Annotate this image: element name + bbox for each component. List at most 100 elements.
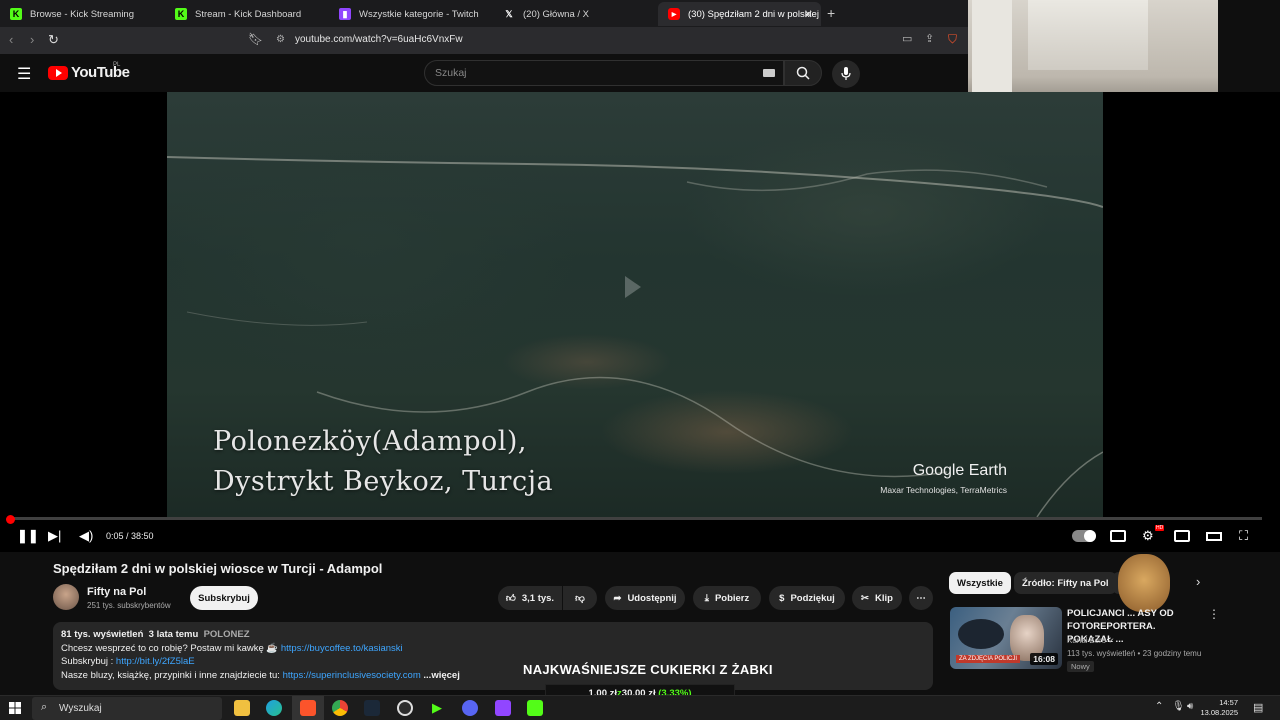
like-button[interactable]: 👍︎ 3,1 tys. xyxy=(498,586,562,610)
new-badge: Nowy xyxy=(1067,661,1094,672)
cast-icon[interactable]: ▭ xyxy=(902,32,912,45)
thumbnail-tag: ZA ZDJĘCIA POLICJI xyxy=(956,655,1021,663)
menu-icon[interactable]: ☰ xyxy=(17,64,31,84)
download-button[interactable]: ⤓ Pobierz xyxy=(693,586,761,610)
tab-kick-browse[interactable]: K Browse - Kick Streaming xyxy=(0,2,163,26)
chip-source-channel[interactable]: Źródło: Fifty na Pol xyxy=(1014,572,1117,594)
tab-label: (30) Spędziłam 2 dni w polskiej w xyxy=(688,8,821,20)
video-player[interactable]: Polonezköy(Adampol), Dystrykt Beykoz, Tu… xyxy=(0,92,1280,552)
steam-icon[interactable] xyxy=(364,700,380,716)
subtitles-icon[interactable] xyxy=(1110,530,1126,542)
search-placeholder: Szukaj xyxy=(435,67,467,79)
description-meta: 81 tys. wyświetleń 3 lata temu POLONEZ xyxy=(61,628,925,642)
chevron-right-icon[interactable]: › xyxy=(1196,574,1200,589)
new-tab-icon[interactable]: + xyxy=(827,5,835,21)
speaker-icon[interactable]: 🔊︎ xyxy=(1187,701,1193,712)
description-line-3: Nasze bluzy, książkę, przypinki i inne z… xyxy=(61,669,460,681)
search-icon: ⌕ xyxy=(41,701,48,713)
google-earth-watermark: Google Earth xyxy=(912,462,1007,479)
thanks-label: Podziękuj xyxy=(790,592,835,604)
theater-mode-icon[interactable] xyxy=(1206,532,1222,541)
discord-icon[interactable] xyxy=(462,700,478,716)
tab-label: Browse - Kick Streaming xyxy=(30,8,135,20)
obs-icon[interactable] xyxy=(397,700,413,716)
edge-icon[interactable] xyxy=(266,700,282,716)
progress-bar[interactable] xyxy=(10,517,1262,520)
settings-icon[interactable]: ⚙ xyxy=(1142,528,1154,544)
url-field[interactable]: youtube.com/watch?v=6uaHc6VnxFw xyxy=(295,34,463,45)
app-icon[interactable]: ▶ xyxy=(429,700,445,716)
shop-link[interactable]: https://superinclusivesociety.com xyxy=(283,670,421,681)
autoplay-toggle[interactable] xyxy=(1072,530,1096,542)
reload-icon[interactable]: ↻ xyxy=(48,32,59,48)
twitch-icon: ▮ xyxy=(339,8,351,20)
youtube-logo-text[interactable]: YouTube xyxy=(71,64,130,81)
tab-kick-dashboard[interactable]: K Stream - Kick Dashboard xyxy=(165,2,328,26)
notifications-icon[interactable]: ▤ xyxy=(1253,701,1263,714)
tab-youtube-active[interactable]: ▶ (30) Spędziłam 2 dni w polskiej w ✕ xyxy=(658,2,821,26)
search-button[interactable] xyxy=(784,60,822,86)
clip-label: Klip xyxy=(875,592,893,604)
fullscreen-icon[interactable]: ⛶ xyxy=(1239,528,1248,544)
close-tab-icon[interactable]: ✕ xyxy=(804,8,813,21)
video-caption: Polonezköy(Adampol), Dystrykt Beykoz, Tu… xyxy=(213,422,553,502)
video-title: Spędziłam 2 dni w polskiej wiosce w Turc… xyxy=(53,561,383,576)
search-input[interactable]: Szukaj xyxy=(424,60,784,86)
brave-icon[interactable] xyxy=(300,700,316,716)
view-count: 81 tys. wyświetleń xyxy=(61,629,144,640)
tab-x[interactable]: 𝕏 (20) Główna / X xyxy=(493,2,656,26)
share-icon[interactable]: ⇪ xyxy=(925,32,934,45)
caption-line-1: Polonezköy(Adampol), xyxy=(213,426,527,457)
play-overlay-icon[interactable] xyxy=(625,276,641,298)
tab-label: (20) Główna / X xyxy=(523,8,589,20)
description-box[interactable]: 81 tys. wyświetleń 3 lata temu POLONEZ C… xyxy=(53,622,933,690)
kick-app-icon[interactable] xyxy=(527,700,543,716)
brave-shield-icon[interactable]: ⛉ xyxy=(948,32,957,47)
miniplayer-icon[interactable] xyxy=(1174,530,1190,542)
subscribe-button[interactable]: Subskrybuj xyxy=(190,586,258,610)
tab-twitch[interactable]: ▮ Wszystkie kategorie - Twitch xyxy=(329,2,492,26)
chrome-icon[interactable] xyxy=(332,700,348,716)
youtube-logo-icon[interactable] xyxy=(48,66,68,80)
more-actions-button[interactable]: ⋯ xyxy=(909,586,933,610)
buycoffee-link[interactable]: https://buycoffee.to/kasianski xyxy=(281,643,403,654)
caption-line-2: Dystrykt Beykoz, Turcja xyxy=(213,466,554,497)
like-count: 3,1 tys. xyxy=(521,592,555,604)
show-more-link[interactable]: ...więcej xyxy=(423,670,459,681)
volume-icon[interactable]: ◀) xyxy=(79,528,93,544)
related-video-thumbnail[interactable]: ZA ZDJĘCIA POLICJI 16:08 xyxy=(950,607,1062,669)
thumbs-down-icon: 👎︎ xyxy=(575,593,585,604)
back-icon[interactable]: ‹ xyxy=(9,32,13,47)
next-icon[interactable]: ▶| xyxy=(48,528,61,544)
system-clock[interactable]: 14:57 13.08.2025 xyxy=(1200,698,1238,718)
chip-all[interactable]: Wszystkie xyxy=(949,572,1011,594)
forward-icon[interactable]: › xyxy=(30,32,34,47)
windows-start-icon[interactable] xyxy=(9,702,21,714)
hashtag-link[interactable]: POLONEZ xyxy=(204,629,250,640)
related-channel[interactable]: Kanał Zero ✔ xyxy=(1067,636,1114,645)
dislike-button[interactable]: 👎︎ xyxy=(563,586,597,610)
search-icon xyxy=(796,66,810,80)
video-frame[interactable]: Polonezköy(Adampol), Dystrykt Beykoz, Tu… xyxy=(167,92,1103,517)
clip-button[interactable]: ✂ Klip xyxy=(852,586,902,610)
address-bar: ‹ › ↻ 🔖︎ ⚙ youtube.com/watch?v=6uaHc6Vnx… xyxy=(0,27,968,54)
keyboard-icon[interactable] xyxy=(763,69,775,77)
tray-chevron-icon[interactable]: ⌃ xyxy=(1155,701,1163,712)
site-settings-icon[interactable]: ⚙ xyxy=(276,34,285,45)
twitch-app-icon[interactable] xyxy=(495,700,511,716)
microphone-tray-icon[interactable]: 🎙︎ xyxy=(1172,701,1185,712)
voice-search-button[interactable] xyxy=(832,60,860,88)
recommendations-sidebar: Wszystkie Źródło: Fifty na Pol P › ZA ZD… xyxy=(940,552,1280,695)
taskbar-search[interactable]: ⌕ Wyszukaj xyxy=(32,697,222,720)
file-explorer-icon[interactable] xyxy=(234,700,250,716)
microphone-icon xyxy=(841,67,851,80)
channel-avatar[interactable] xyxy=(53,584,79,610)
subscribe-link[interactable]: http://bit.ly/2fZ5laE xyxy=(116,656,195,667)
bookmark-icon[interactable]: 🔖︎ xyxy=(248,32,263,46)
pause-icon[interactable]: ❚❚ xyxy=(17,528,39,544)
share-button[interactable]: ➦ Udostępnij xyxy=(605,586,685,610)
channel-name[interactable]: Fifty na Pol xyxy=(87,586,146,598)
kebab-menu-icon[interactable]: ⋮ xyxy=(1208,607,1220,621)
thanks-button[interactable]: $ Podziękuj xyxy=(769,586,845,610)
video-duration: 16:08 xyxy=(1030,653,1058,665)
